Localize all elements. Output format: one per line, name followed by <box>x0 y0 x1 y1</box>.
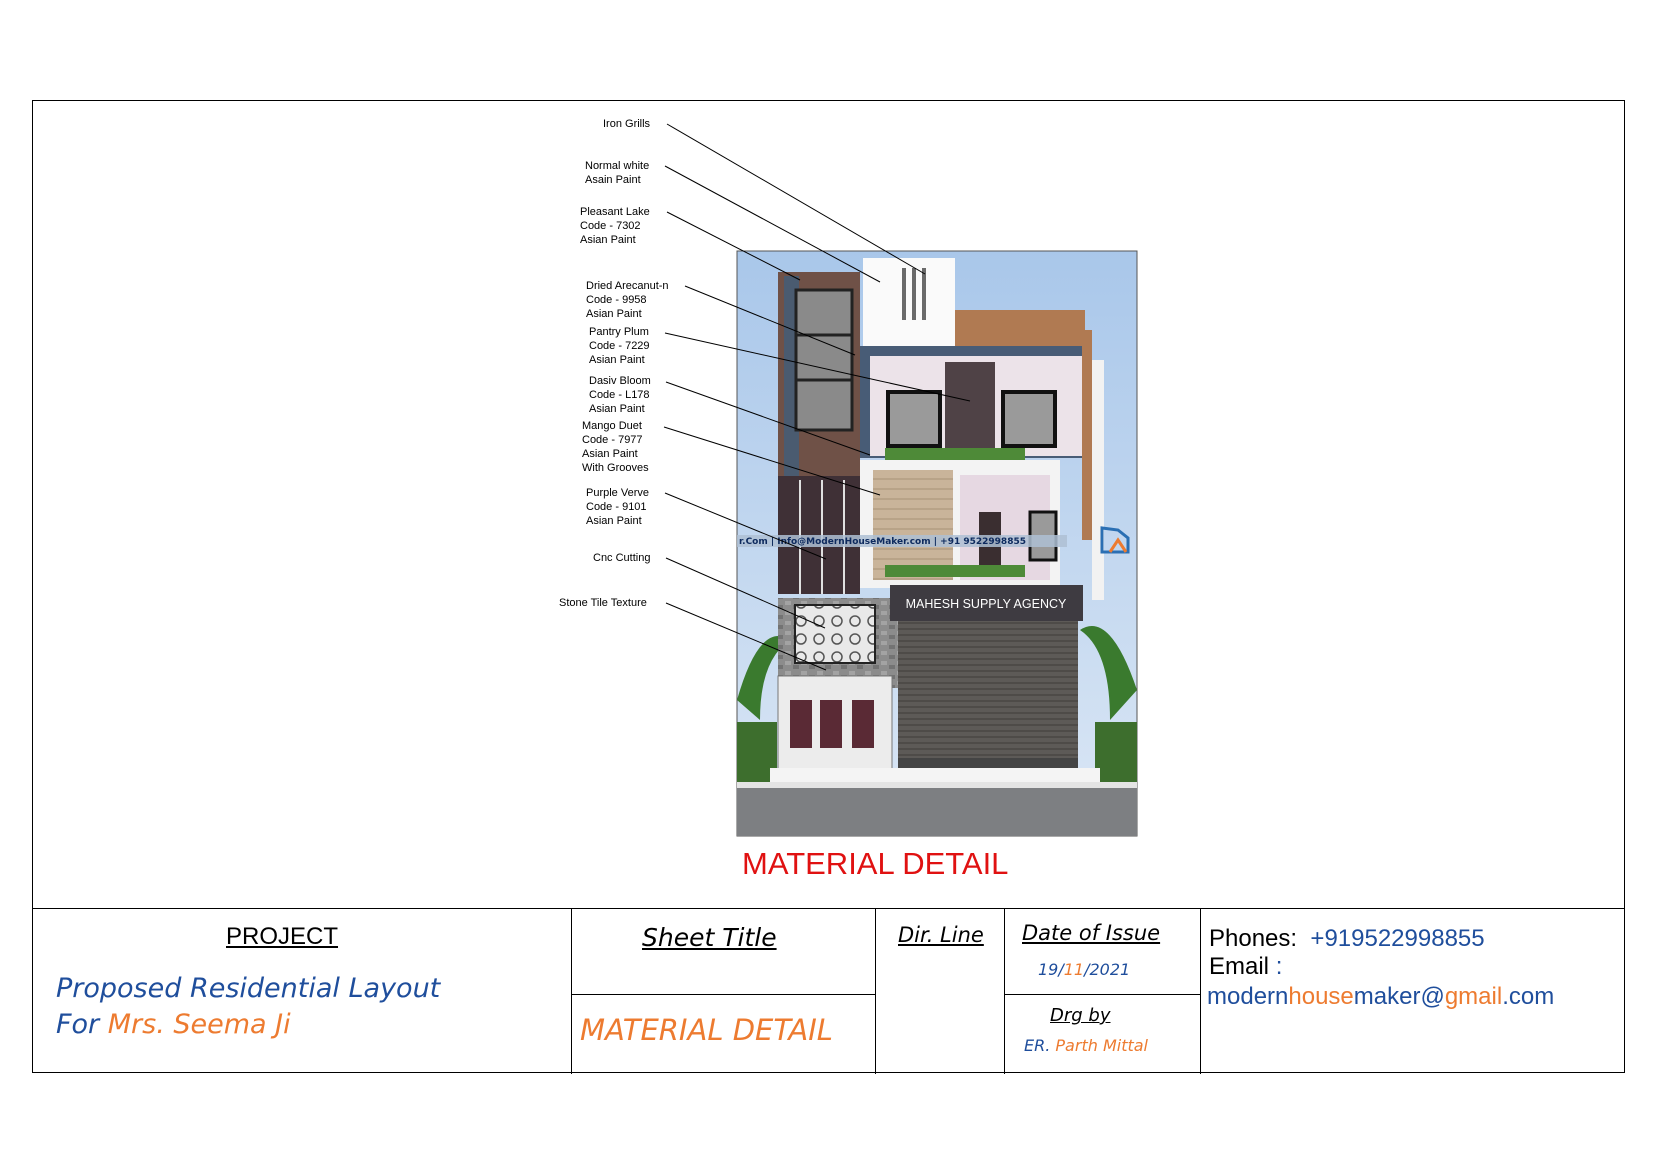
drawing-title: MATERIAL DETAIL <box>742 846 1009 881</box>
divider-4 <box>1200 909 1201 1074</box>
sheet-title-value: MATERIAL DETAIL <box>580 1013 833 1047</box>
email-part-6: .com <box>1502 983 1555 1010</box>
phones-value[interactable]: +919522998855 <box>1310 925 1484 952</box>
title-block: PROJECT Proposed Residential Layout For … <box>32 908 1625 1074</box>
date-year: /2021 <box>1084 960 1131 979</box>
date-month: 11 <box>1063 960 1085 979</box>
email-part-2: house <box>1288 983 1354 1010</box>
email-part-4: @ <box>1420 983 1445 1010</box>
email-colon: : <box>1275 953 1283 980</box>
drg-prefix: ER. <box>1024 1036 1051 1055</box>
email-address[interactable]: modernhousemaker@gmail.com <box>1207 983 1554 1011</box>
project-line-1: Proposed Residential Layout <box>56 973 441 1004</box>
drg-by-label: Drg by <box>1050 1005 1111 1026</box>
email-label: Email <box>1209 953 1270 980</box>
project-name: Proposed Residential Layout For Mrs. See… <box>56 971 440 1043</box>
render-frame: MAHESH SUPPLY AGENCY r.Com | Info@Modern… <box>736 250 1138 837</box>
email-part-1: modern <box>1207 983 1289 1010</box>
project-client: Mrs. Seema Ji <box>107 1009 291 1040</box>
dir-line-label: Dir. Line <box>898 923 984 947</box>
divider-1 <box>571 909 572 1074</box>
sheet-title-label: Sheet Title <box>642 923 777 952</box>
email-part-3: maker <box>1353 983 1421 1010</box>
phones-row: Phones: +919522998855 <box>1209 925 1485 953</box>
project-for: For <box>56 1009 100 1040</box>
date-of-issue-value: 19/11/2021 <box>1038 960 1130 979</box>
phones-label: Phones: <box>1209 925 1298 952</box>
drg-name: Parth Mittal <box>1055 1036 1148 1055</box>
project-label: PROJECT <box>226 923 339 950</box>
date-day: 19/ <box>1038 960 1064 979</box>
divider-sheet-title <box>571 994 875 995</box>
drg-by-value: ER. Parth Mittal <box>1024 1036 1148 1055</box>
date-of-issue-label: Date of Issue <box>1022 921 1161 945</box>
divider-2 <box>875 909 876 1074</box>
project-line-2: For Mrs. Seema Ji <box>56 1007 440 1043</box>
email-part-5: gmail <box>1444 983 1503 1010</box>
watermark-text: r.Com | Info@ModernHouseMaker.com | +91 … <box>739 537 1026 547</box>
divider-3 <box>1004 909 1005 1074</box>
email-row: Email : <box>1209 953 1282 981</box>
shop-sign: MAHESH SUPPLY AGENCY <box>906 597 1067 611</box>
divider-date <box>1004 994 1200 995</box>
